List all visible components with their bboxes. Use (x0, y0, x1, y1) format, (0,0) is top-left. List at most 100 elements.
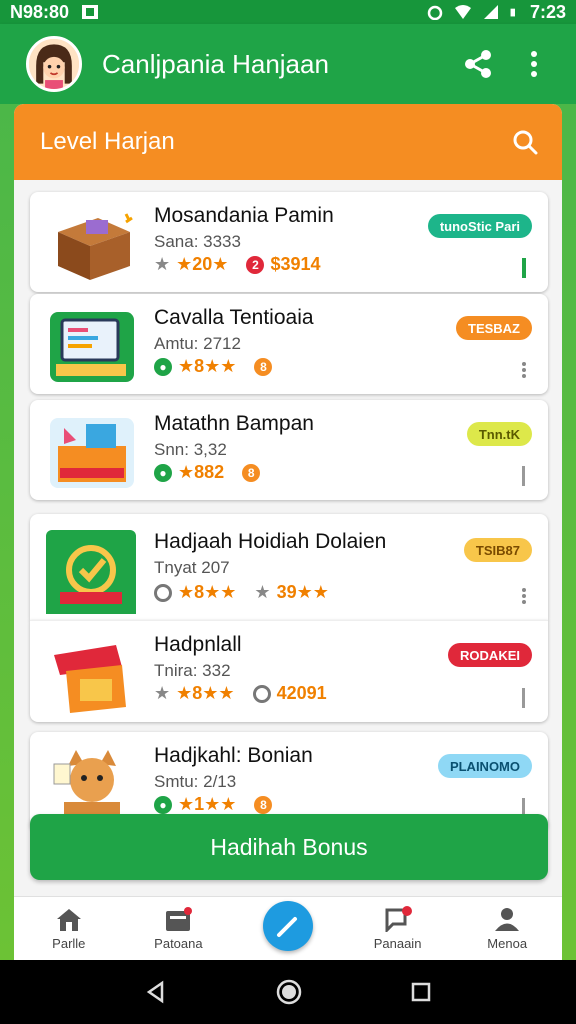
sale-box-icon (54, 645, 126, 713)
level-indicator-icon (522, 258, 526, 278)
status-badge: PLAINOMO (437, 754, 532, 778)
person-icon (495, 908, 520, 931)
status-left-text: N98:80 (10, 1, 70, 22)
alarm-icon (427, 5, 443, 20)
nav-label: Menoa (487, 936, 528, 951)
list-item[interactable]: Hadjaah Hoidiah Dolaien Tnyat 207 ★8★★ ★… (30, 514, 548, 620)
nav-item-chat[interactable]: Panaain (343, 906, 453, 951)
item-meta: ★8★★ ★ 39★★ (154, 582, 329, 603)
location-pin-icon (154, 583, 172, 602)
item-meta-b: $3914 (270, 254, 321, 274)
nav-label: Panaain (373, 936, 422, 951)
item-meta: ● ★882 8 (154, 462, 261, 483)
home-circle-icon[interactable] (276, 979, 302, 1005)
archive-icon (166, 907, 193, 931)
status-badge: tunoStic Pari (427, 214, 532, 238)
level-header: Level Harjan (14, 104, 562, 180)
home-icon (56, 909, 81, 931)
back-icon[interactable] (144, 980, 168, 1004)
star-icon: ★ (154, 254, 171, 274)
laptop-icon (50, 312, 134, 382)
status-bar: N98:80 7:23 (0, 0, 576, 24)
girl-avatar-icon (29, 39, 79, 89)
item-meta: ★ ★8★★ 42091 (154, 683, 327, 704)
system-nav-bar (0, 960, 576, 1024)
status-badge: Tnn.tK (466, 422, 532, 446)
gift-box-icon (50, 418, 134, 488)
item-title: Hadpnlall (154, 633, 242, 656)
coin-icon: 8 (254, 357, 273, 376)
level-title: Level Harjan (40, 128, 175, 155)
coin-icon: 8 (254, 795, 273, 814)
nav-item-archive[interactable]: Patoana (124, 906, 234, 951)
item-subtitle: Snn: 3,32 (154, 440, 227, 459)
battery-icon (510, 8, 515, 17)
list-item[interactable]: Hadpnlall Tnira: 332 ★ ★8★★ 42091 RODAKE… (30, 620, 548, 722)
location-pin-icon: ● (154, 357, 172, 376)
status-badge: TESBAZ (456, 316, 532, 340)
list-item[interactable]: Mosandania Pamin Sana: 3333 ★ ★20★ 2 $39… (30, 192, 548, 292)
list-item[interactable]: Cavalla Tentioaia Amtu: 2712 ● ★8★★ 8 TE… (30, 294, 548, 394)
compose-fab[interactable] (262, 900, 313, 951)
status-badge: TSIB87 (463, 538, 532, 562)
wifi-icon (454, 5, 471, 19)
notification-icon (82, 5, 99, 19)
item-meta-a: ★8★★ (178, 582, 237, 602)
item-title: Cavalla Tentioaia (154, 306, 314, 329)
share-icon (465, 50, 491, 78)
chat-icon (385, 906, 412, 932)
app-bar: Canljpania Hanjaan (0, 24, 576, 104)
nav-item-compose[interactable] (233, 900, 343, 951)
app-title: Canljpania Hanjaan (102, 48, 329, 79)
location-pin-icon: ● (154, 795, 172, 814)
signal-icon (483, 5, 498, 19)
box-icon (58, 213, 133, 280)
item-meta-b: 39★★ (276, 582, 329, 602)
item-subtitle: Tnira: 332 (154, 661, 231, 680)
star-icon: ★ (254, 582, 271, 602)
item-meta-a: ★1★★ (178, 794, 237, 814)
coin-icon: 8 (242, 463, 261, 482)
item-subtitle: Sana: 3333 (154, 232, 241, 251)
nav-label: Parlle (52, 936, 86, 951)
more-vert-icon (531, 51, 537, 77)
status-badge: RODAKEI (448, 643, 532, 667)
item-subtitle: Tnyat 207 (154, 558, 230, 577)
item-meta-a: ★8★★ (176, 683, 235, 703)
avatar[interactable] (26, 36, 82, 92)
recents-icon[interactable] (410, 981, 432, 1003)
more-vert-icon[interactable] (522, 586, 526, 606)
item-meta: ★ ★20★ 2 $3914 (154, 254, 321, 275)
item-meta-a: ★20★ (176, 254, 229, 274)
share-button[interactable] (458, 44, 498, 84)
item-title: Hadjkahl: Bonian (154, 744, 313, 767)
coin-icon: 2 (246, 255, 265, 274)
status-time: 7:23 (529, 1, 566, 22)
location-pin-icon: ● (154, 463, 172, 482)
item-meta: ● ★1★★ 8 (154, 794, 273, 815)
item-meta-b: 42091 (276, 683, 327, 703)
fox-icon (53, 750, 120, 822)
list-item[interactable]: Matathn Bampan Snn: 3,32 ● ★882 8 Tnn.tK (30, 400, 548, 500)
nav-item-profile[interactable]: Menoa (452, 906, 562, 951)
search-icon[interactable] (512, 129, 538, 155)
item-subtitle: Smtu: 2/13 (154, 772, 237, 791)
nav-item-home[interactable]: Parlle (14, 906, 124, 951)
item-subtitle: Amtu: 2712 (154, 334, 241, 353)
item-meta-a: ★8★★ (178, 356, 237, 376)
bottom-nav: Parlle Patoana Panaain Menoa (14, 896, 562, 960)
more-button[interactable] (514, 44, 554, 84)
bonus-button[interactable]: Hadihah Bonus (30, 814, 548, 880)
level-indicator-icon (522, 688, 525, 708)
item-meta: ● ★8★★ 8 (154, 356, 273, 377)
level-indicator-icon (522, 466, 525, 486)
location-pin-icon (252, 684, 271, 703)
nav-label: Patoana (154, 936, 203, 951)
more-vert-icon[interactable] (522, 360, 526, 380)
item-title: Mosandania Pamin (154, 204, 334, 227)
item-title: Hadjaah Hoidiah Dolaien (154, 530, 387, 553)
coins-icon (46, 530, 136, 614)
pencil-icon (276, 916, 297, 937)
item-title: Matathn Bampan (154, 412, 314, 435)
item-meta-a: ★882 (178, 462, 225, 482)
